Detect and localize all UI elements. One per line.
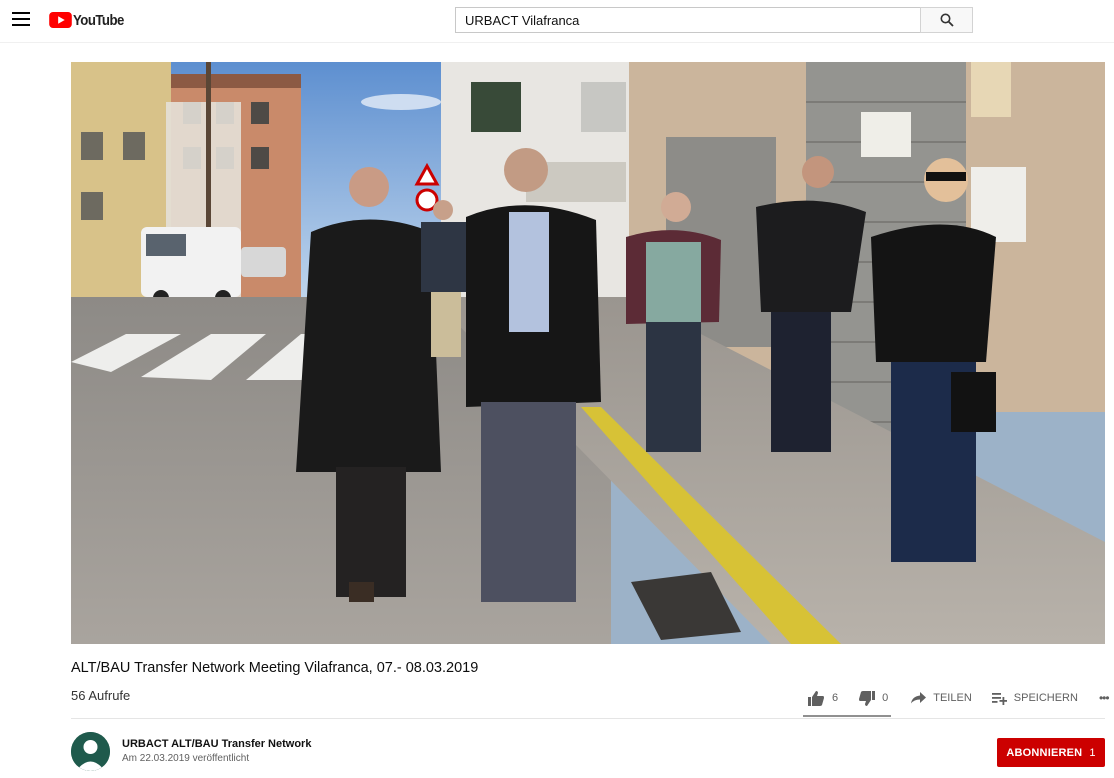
subscribe-label: ABONNIEREN	[1006, 746, 1083, 759]
avatar-person-icon	[71, 732, 110, 771]
video-player[interactable]	[71, 62, 1105, 644]
like-button[interactable]: 6	[808, 690, 839, 706]
top-bar: YouTube	[0, 0, 1114, 43]
search-input[interactable]	[456, 8, 921, 32]
publish-date: Am 22.03.2019 veröffentlicht	[122, 753, 250, 764]
dislike-button[interactable]: 0	[859, 690, 889, 706]
like-count: 6	[832, 692, 839, 704]
youtube-logo[interactable]: YouTube	[49, 11, 131, 29]
share-label: TEILEN	[933, 692, 972, 704]
share-icon	[911, 692, 927, 704]
subscribe-button[interactable]: ABONNIEREN 1	[997, 738, 1105, 767]
menu-icon[interactable]	[12, 12, 30, 28]
save-button[interactable]: SPEICHERN	[991, 692, 1078, 705]
playlist-add-icon	[991, 692, 1007, 705]
search-box[interactable]	[455, 7, 921, 33]
video-frame	[71, 62, 1105, 644]
more-actions-button[interactable]: •••	[1098, 691, 1110, 705]
thumbs-down-icon	[859, 690, 876, 706]
subscriber-count: 1	[1089, 746, 1096, 759]
dislike-count: 0	[882, 692, 889, 704]
channel-avatar[interactable]	[71, 732, 110, 771]
view-count: 56 Aufrufe	[71, 688, 131, 703]
video-actions: 6 0 TEILEN SPEICHERN •••	[800, 684, 1110, 712]
divider	[71, 718, 1105, 719]
thumbs-up-icon	[808, 690, 824, 706]
channel-name[interactable]: URBACT ALT/BAU Transfer Network	[122, 738, 311, 750]
share-button[interactable]: TEILEN	[911, 692, 972, 704]
save-label: SPEICHERN	[1013, 692, 1078, 704]
video-title: ALT/BAU Transfer Network Meeting Vilafra…	[71, 660, 479, 676]
more-icon: •••	[1098, 691, 1110, 705]
logo-text: YouTube	[73, 11, 124, 29]
like-dislike-bar	[803, 715, 891, 717]
search-icon	[940, 13, 954, 27]
youtube-logo-icon	[49, 12, 72, 28]
search-button[interactable]	[920, 7, 973, 33]
